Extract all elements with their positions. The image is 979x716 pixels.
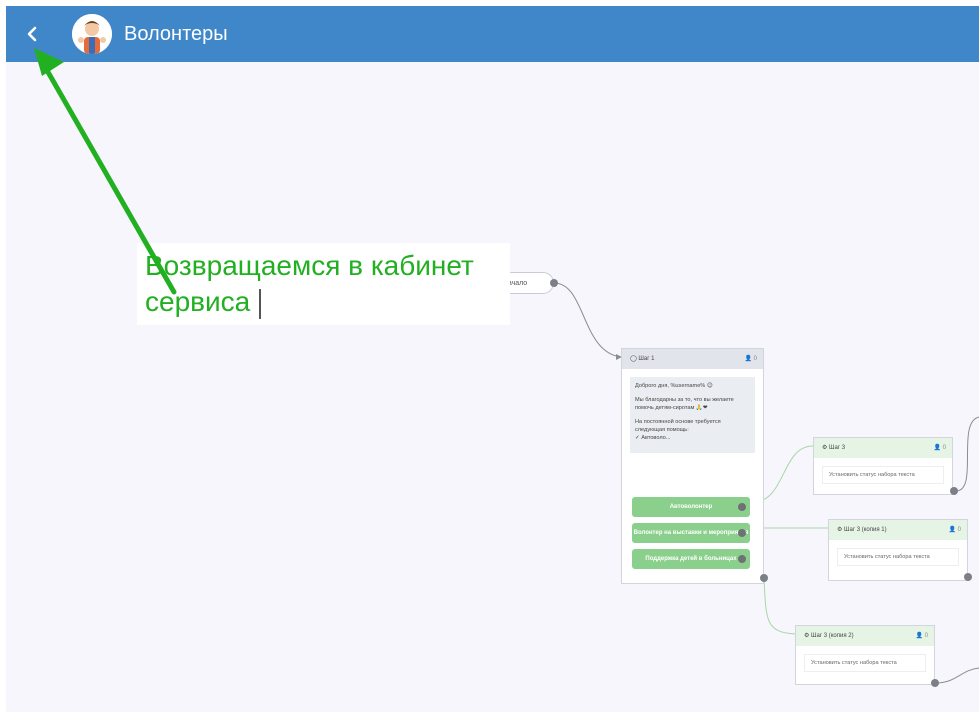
- gears-icon: ⚙: [837, 527, 845, 533]
- step-1-connector[interactable]: [760, 574, 768, 582]
- volunteer-avatar-icon: [72, 14, 112, 54]
- button-hospitals[interactable]: Поддержка детей в больницах: [632, 549, 750, 569]
- step-3-copy-1-action: Установить статус набора текста: [837, 548, 959, 566]
- step-3-copy-2-connector[interactable]: [931, 679, 939, 687]
- button-connector[interactable]: [738, 503, 746, 511]
- app-window: Волонтеры Начало ◯ Шаг 1 👤 0 Доброго дня…: [6, 6, 979, 712]
- annotation-line-2: сервиса: [145, 286, 251, 317]
- connection-lines: [553, 282, 979, 684]
- step-1-counter: 👤 0: [744, 356, 757, 362]
- message-greeting: Доброго дня, %username% 😊: [635, 383, 713, 389]
- message-line-3: На постоянной основе требуется следующая…: [635, 419, 721, 433]
- step-3-action: Установить статус набора текста: [822, 466, 944, 484]
- button-connector[interactable]: [738, 529, 746, 537]
- back-button[interactable]: [18, 20, 46, 48]
- gears-icon: ⚙: [804, 633, 812, 639]
- step-3-connector[interactable]: [950, 487, 958, 495]
- step-3-copy-1-counter: 👤 0: [948, 527, 961, 533]
- button-autovolunteer[interactable]: Автоволонтер: [632, 497, 750, 517]
- step-3-copy-1-connector[interactable]: [964, 573, 972, 581]
- step-3-copy-2-counter: 👤 0: [915, 633, 928, 639]
- start-connector[interactable]: [550, 279, 558, 287]
- step-1-header: ◯ Шаг 1 👤 0: [622, 349, 763, 369]
- step-3-copy-2-title: Шаг 3 (копия 2): [811, 633, 854, 639]
- button-connector[interactable]: [738, 555, 746, 563]
- button-exhibitions[interactable]: Волонтер на выставки и мероприятия: [632, 523, 750, 543]
- step-3-copy-2-node[interactable]: ⚙ Шаг 3 (копия 2) 👤 0 Установить статус …: [795, 625, 935, 685]
- step-3-copy-1-node[interactable]: ⚙ Шаг 3 (копия 1) 👤 0 Установить статус …: [828, 519, 968, 581]
- step-3-copy-1-title: Шаг 3 (копия 1): [844, 527, 887, 533]
- annotation-line-1: Возвращаемся в кабинет: [145, 250, 474, 281]
- step-3-node[interactable]: ⚙ Шаг 3 👤 0 Установить статус набора тек…: [813, 437, 953, 495]
- step-3-title: Шаг 3: [829, 445, 846, 451]
- step-3-counter: 👤 0: [933, 445, 946, 451]
- annotation-callout: Возвращаемся в кабинет сервиса: [137, 243, 510, 325]
- page-title: Волонтеры: [124, 23, 228, 45]
- step-1-message: Доброго дня, %username% 😊 Мы благодарны …: [630, 377, 755, 453]
- message-line-4: ✓ Автоволо...: [635, 435, 671, 441]
- step-3-copy-2-action: Установить статус набора текста: [804, 654, 926, 672]
- flow-canvas[interactable]: Начало ◯ Шаг 1 👤 0 Доброго дня, %usernam…: [6, 62, 979, 712]
- header-bar: Волонтеры: [6, 6, 979, 62]
- step-1-title: Шаг 1: [638, 356, 655, 362]
- step-1-node[interactable]: ◯ Шаг 1 👤 0 Доброго дня, %username% 😊 Мы…: [621, 348, 764, 584]
- message-line-2: Мы благодарны за то, что вы желаете помо…: [635, 397, 734, 411]
- avatar: [72, 14, 112, 54]
- text-caret: [259, 289, 261, 319]
- chevron-left-icon: [27, 26, 37, 42]
- gears-icon: ⚙: [822, 445, 830, 451]
